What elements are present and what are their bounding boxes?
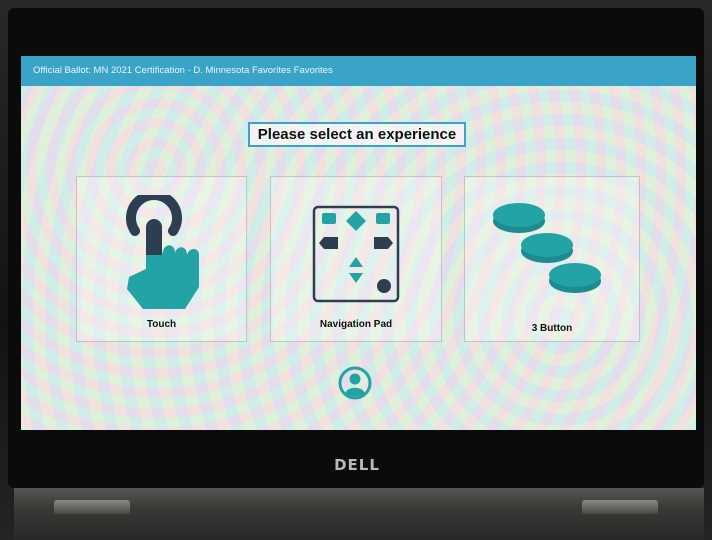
left-hinge xyxy=(54,500,130,514)
title-bar: Official Ballot: MN 2021 Certification -… xyxy=(21,56,696,86)
three-button-option-button[interactable]: 3 Button xyxy=(464,176,640,342)
touch-option-button[interactable]: Touch xyxy=(76,176,247,342)
laptop-base xyxy=(14,488,704,540)
dell-logo: DELL xyxy=(334,456,380,474)
three-button-option-label: 3 Button xyxy=(531,323,573,334)
photo-frame: Official Ballot: MN 2021 Certification -… xyxy=(0,0,712,540)
three-button-icon xyxy=(493,203,601,293)
navigation-pad-icon xyxy=(312,205,400,303)
touch-option-label: Touch xyxy=(146,319,177,330)
person-icon[interactable] xyxy=(338,366,372,400)
touch-hand-icon xyxy=(126,195,199,309)
page-heading: Please select an experience xyxy=(248,122,466,147)
navigation-pad-option-label: Navigation Pad xyxy=(319,319,393,330)
ballot-screen: Official Ballot: MN 2021 Certification -… xyxy=(21,56,696,430)
navigation-pad-option-button[interactable]: Navigation Pad xyxy=(270,176,442,342)
right-hinge xyxy=(582,500,658,514)
